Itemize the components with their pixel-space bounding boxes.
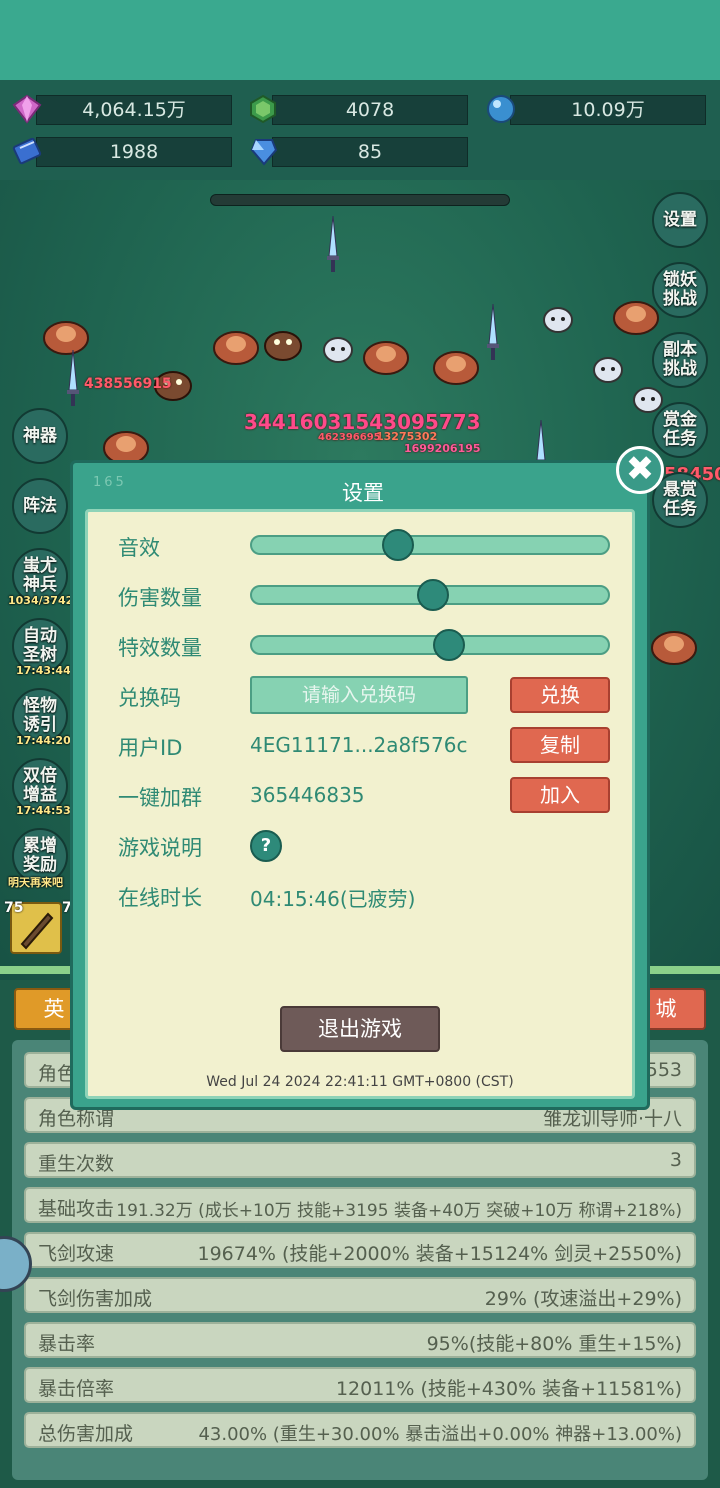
ghost-monster-icon xyxy=(593,357,623,383)
settings-button[interactable]: 设置 xyxy=(652,192,708,248)
damage-count-slider-knob[interactable] xyxy=(417,579,449,611)
user-id-value: 4EG11171...2a8f576c xyxy=(250,733,468,757)
double-buff-timer: 17:44:53 xyxy=(16,804,71,817)
formation-button[interactable]: 阵法 xyxy=(12,478,68,534)
damage-count-slider[interactable] xyxy=(250,579,610,611)
exit-game-button[interactable]: 退出游戏 xyxy=(280,1006,440,1052)
boss-progress-bar xyxy=(210,194,510,206)
book-icon xyxy=(12,137,42,165)
ghost-monster-icon xyxy=(543,307,573,333)
stat-row: 基础攻击 191.32万 (成长+10万 技能+3195 装备+40万 突破+10… xyxy=(24,1187,696,1223)
sound-slider[interactable] xyxy=(250,529,610,561)
damage-number: 1699206195 xyxy=(404,442,481,455)
sound-label: 音效 xyxy=(118,536,160,560)
monster-icon xyxy=(213,331,259,365)
flying-sword-icon xyxy=(67,350,79,406)
auto-sacred-tree-timer: 17:43:44 xyxy=(16,664,71,677)
crystal-icon xyxy=(250,139,278,166)
sound-slider-knob[interactable] xyxy=(382,529,414,561)
orb-counter: 10.09万 xyxy=(510,95,706,125)
monster-icon xyxy=(363,341,409,375)
datetime-text: Wed Jul 24 2024 22:41:11 GMT+0800 (CST) xyxy=(206,1074,514,1090)
join-group-label: 一键加群 xyxy=(118,786,202,810)
stat-row: 总伤害加成 43.00% (重生+30.00% 暴击溢出+0.00% 神器+13.… xyxy=(24,1412,696,1448)
effect-count-slider-knob[interactable] xyxy=(433,629,465,661)
stat-row: 飞剑伤害加成 29% (攻速溢出+29%) xyxy=(24,1277,696,1313)
chiyou-weapon-progress: 1034/3742 xyxy=(8,594,74,607)
stat-row: 暴击率 95%(技能+80% 重生+15%) xyxy=(24,1322,696,1358)
online-time-label: 在线时长 xyxy=(118,886,202,910)
flying-sword-icon xyxy=(327,216,339,272)
redeem-label: 兑换码 xyxy=(118,686,181,710)
book-counter: 1988 xyxy=(36,137,232,167)
lock-demon-challenge-button[interactable]: 锁妖 挑战 xyxy=(652,262,708,318)
resource-bar: 4,064.15万 4078 10.09万 1988 85 xyxy=(0,80,720,180)
orb-icon xyxy=(487,95,515,123)
group-number: 365446835 xyxy=(250,783,365,807)
close-button[interactable]: ✖ xyxy=(616,446,664,494)
damage-count-label: 伤害数量 xyxy=(118,586,202,610)
help-icon[interactable]: ? xyxy=(250,830,282,862)
monster-icon xyxy=(264,331,302,361)
monster-icon xyxy=(651,631,697,665)
stat-row: 飞剑攻速 19674% (技能+2000% 装备+15124% 剑灵+2550%) xyxy=(24,1232,696,1268)
dialog-title: 设置 xyxy=(342,481,384,505)
damage-number: 13275302 xyxy=(376,430,438,443)
damage-number: 438556915 xyxy=(84,376,172,392)
damage-number: 34416031543095773 xyxy=(244,410,481,434)
stat-row: 重生次数 3 xyxy=(24,1142,696,1178)
effect-count-label: 特效数量 xyxy=(118,636,202,660)
join-button[interactable]: 加入 xyxy=(510,777,610,813)
flying-sword-icon xyxy=(487,304,499,360)
skill-slot-level: 75 xyxy=(4,900,24,916)
ghost-monster-icon xyxy=(323,337,353,363)
online-time-value: 04:15:46(已疲劳) xyxy=(250,887,416,911)
stat-row: 暴击倍率 12011% (技能+430% 装备+11581%) xyxy=(24,1367,696,1403)
top-status-bar xyxy=(0,0,720,80)
crystal-counter: 85 xyxy=(272,137,468,167)
bounty-task-button[interactable]: 赏金 任务 xyxy=(652,402,708,458)
jade-icon xyxy=(250,94,276,124)
redeem-code-input[interactable]: 请输入兑换码 xyxy=(250,676,468,714)
game-guide-label: 游戏说明 xyxy=(118,836,202,860)
monster-lure-timer: 17:44:20 xyxy=(16,734,71,747)
dungeon-challenge-button[interactable]: 副本 挑战 xyxy=(652,332,708,388)
damage-number: 462396695 xyxy=(318,432,381,443)
artifact-button[interactable]: 神器 xyxy=(12,408,68,464)
gem-icon xyxy=(12,94,42,124)
monster-icon xyxy=(433,351,479,385)
user-id-label: 用户ID xyxy=(118,736,183,760)
copy-button[interactable]: 复制 xyxy=(510,727,610,763)
gem-counter: 4,064.15万 xyxy=(36,95,232,125)
redeem-button[interactable]: 兑换 xyxy=(510,677,610,713)
jade-counter: 4078 xyxy=(272,95,468,125)
effect-count-slider[interactable] xyxy=(250,629,610,661)
cumulative-reward-status: 明天再来吧 xyxy=(8,876,63,889)
